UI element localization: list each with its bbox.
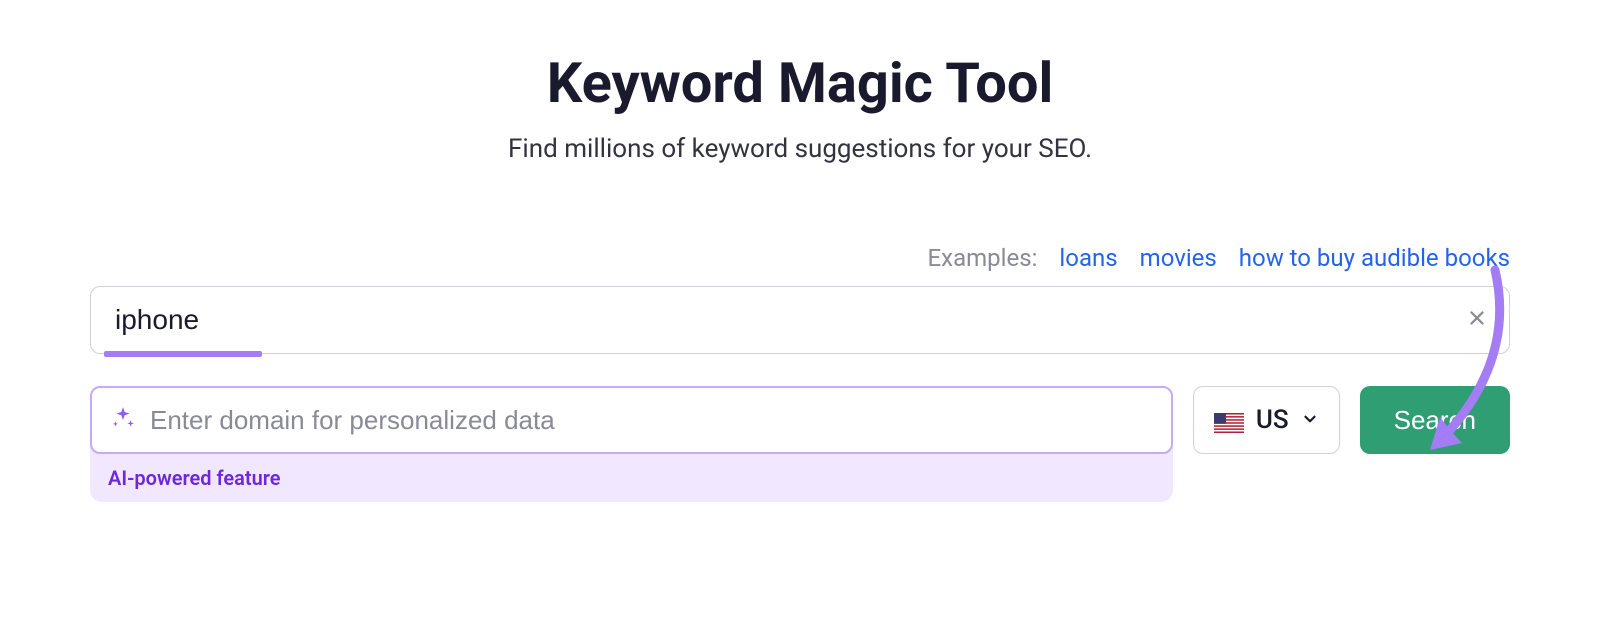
ai-feature-label: AI-powered feature — [90, 454, 1173, 490]
chevron-down-icon — [1301, 405, 1319, 435]
country-select[interactable]: US — [1193, 386, 1340, 454]
search-button[interactable]: Search — [1360, 386, 1510, 454]
clear-icon[interactable] — [1466, 307, 1488, 333]
example-link-loans[interactable]: loans — [1059, 244, 1117, 272]
example-link-audible[interactable]: how to buy audible books — [1239, 244, 1510, 272]
keyword-input[interactable] — [90, 286, 1510, 354]
sparkle-icon — [110, 405, 136, 435]
page-subtitle: Find millions of keyword suggestions for… — [508, 134, 1092, 164]
domain-input[interactable] — [150, 405, 1153, 436]
domain-input-wrapper — [90, 386, 1173, 454]
input-underline-indicator — [104, 351, 262, 357]
example-link-movies[interactable]: movies — [1140, 244, 1217, 272]
country-code-label: US — [1256, 405, 1289, 435]
examples-label: Examples: — [928, 244, 1038, 272]
domain-block: AI-powered feature — [90, 386, 1173, 502]
second-row: AI-powered feature US — [90, 386, 1510, 502]
examples-row: Examples: loans movies how to buy audibl… — [90, 244, 1510, 272]
us-flag-icon — [1214, 410, 1244, 430]
page-title: Keyword Magic Tool — [547, 50, 1054, 116]
keyword-input-wrapper — [90, 286, 1510, 354]
